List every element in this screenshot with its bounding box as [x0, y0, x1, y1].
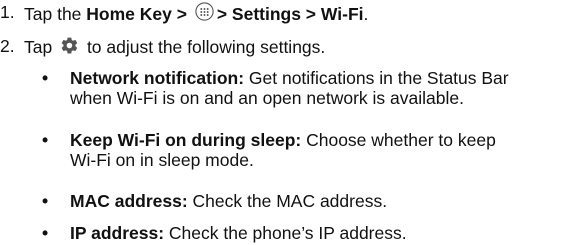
- setting-description-cont: when Wi-Fi is on and an open network is …: [70, 88, 464, 108]
- step-text: Tap the Home Key > > Settings > Wi-Fi.: [24, 2, 368, 24]
- setting-description: Check the phone’s IP address.: [164, 223, 407, 243]
- bullet-icon: •: [42, 223, 49, 243]
- step-text: Tap to adjust the following settings.: [24, 36, 325, 57]
- setting-term: Network notification:: [70, 68, 245, 88]
- home-key-label: Home Key >: [86, 4, 187, 24]
- setting-description: Check the MAC address.: [187, 191, 388, 211]
- setting-term: MAC address:: [70, 191, 188, 211]
- gear-icon: [60, 36, 79, 55]
- bullet-icon: •: [42, 130, 49, 150]
- step-prefix: Tap the: [24, 4, 87, 24]
- step-prefix: Tap: [24, 37, 58, 57]
- setting-description: Get notifications in the Status Bar: [244, 68, 509, 88]
- bullet-icon: •: [42, 191, 49, 211]
- instructions-document: 1. Tap the Home Key > > Settings > Wi-Fi…: [0, 0, 573, 245]
- settings-path: > Settings > Wi-Fi: [216, 4, 364, 24]
- bullet-icon: •: [42, 68, 49, 88]
- step-end: .: [363, 4, 369, 24]
- step-number: 1.: [0, 2, 15, 22]
- step-number: 2.: [0, 36, 15, 56]
- setting-term: Keep Wi-Fi on during sleep:: [70, 130, 302, 150]
- setting-term: IP address:: [70, 223, 165, 243]
- step-suffix: to adjust the following settings.: [82, 37, 326, 57]
- apps-grid-icon: [195, 2, 214, 21]
- setting-description: Choose whether to keep: [301, 130, 496, 150]
- setting-description-cont: Wi-Fi on in sleep mode.: [70, 150, 254, 170]
